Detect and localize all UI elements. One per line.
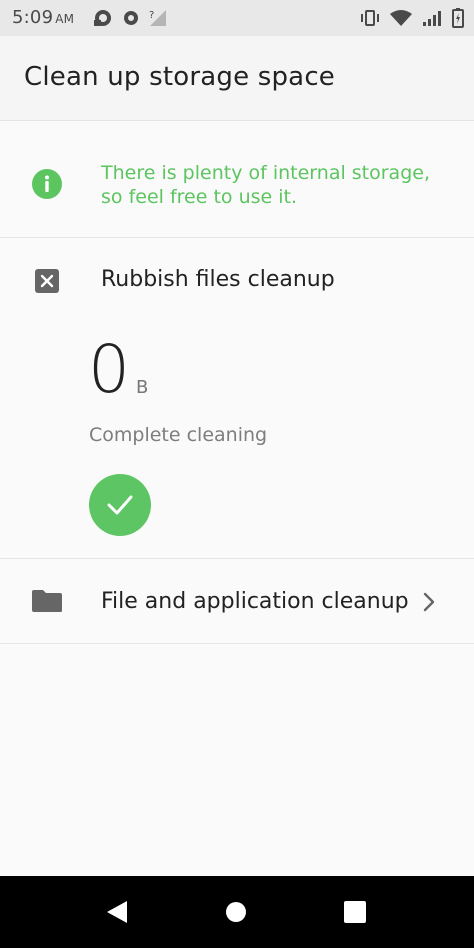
status-right-icons bbox=[360, 8, 464, 28]
svg-text:?: ? bbox=[149, 10, 154, 21]
folder-icon bbox=[32, 590, 62, 612]
cleaning-complete-button[interactable] bbox=[89, 474, 151, 536]
storage-info-message: There is plenty of internal storage, so … bbox=[101, 162, 430, 208]
page-title: Clean up storage space bbox=[24, 62, 336, 92]
rubbish-bin-icon bbox=[35, 269, 59, 293]
recents-icon[interactable] bbox=[344, 901, 366, 923]
no-signal-icon: ? bbox=[149, 10, 166, 26]
vibrate-icon bbox=[361, 10, 379, 26]
storage-info-row: There is plenty of internal storage, so … bbox=[0, 121, 474, 238]
file-app-cleanup-label: File and application cleanup bbox=[101, 589, 409, 614]
cleaning-status: Complete cleaning bbox=[89, 424, 268, 446]
chevron-right-icon bbox=[423, 592, 435, 612]
rubbish-size-value: 0 bbox=[88, 331, 130, 408]
home-icon[interactable] bbox=[226, 902, 246, 922]
status-time: 5:09 AM bbox=[12, 7, 74, 28]
rubbish-cleanup-label: Rubbish files cleanup bbox=[101, 267, 335, 292]
settings-dot-icon bbox=[124, 11, 138, 25]
rubbish-size-unit: B bbox=[136, 377, 149, 398]
status-time-ampm: AM bbox=[55, 12, 75, 26]
navigation-bar bbox=[0, 876, 474, 948]
notification-icon bbox=[94, 10, 111, 26]
checkmark-icon bbox=[107, 495, 133, 515]
wifi-icon bbox=[390, 10, 412, 26]
rubbish-cleanup-card[interactable]: Rubbish files cleanup 0 B Complete clean… bbox=[0, 238, 474, 559]
info-icon bbox=[32, 169, 62, 199]
battery-icon bbox=[452, 8, 464, 28]
status-bar: 5:09 AM ? bbox=[0, 0, 474, 36]
status-time-value: 5:09 bbox=[12, 7, 54, 28]
signal-icon bbox=[423, 11, 441, 26]
back-icon[interactable] bbox=[106, 900, 128, 924]
app-bar: Clean up storage space bbox=[0, 36, 474, 121]
status-left-icons: ? bbox=[93, 9, 167, 27]
file-app-cleanup-row[interactable]: File and application cleanup bbox=[0, 559, 474, 644]
